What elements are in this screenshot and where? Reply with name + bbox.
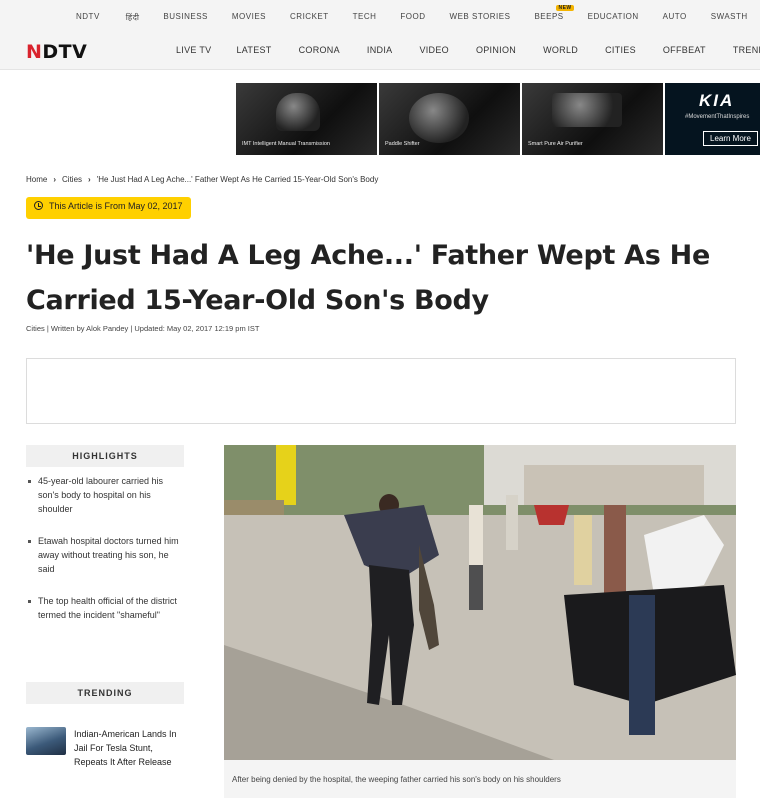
ad-brand-panel: KIA #MovementThatInspires Learn More bbox=[665, 83, 760, 155]
top-item-tech[interactable]: TECH bbox=[353, 12, 377, 23]
nav-item-corona[interactable]: CORONA bbox=[299, 45, 340, 55]
archive-date-badge: This Article is From May 02, 2017 bbox=[26, 197, 191, 219]
logo-rest: DTV bbox=[42, 41, 88, 63]
nav-item-trends[interactable]: TRENDS bbox=[733, 45, 760, 55]
ad-panel-purifier: Smart Pure Air Purifier bbox=[522, 83, 665, 155]
ad-tagline: #MovementThatInspires bbox=[685, 114, 750, 120]
trending-heading: TRENDING bbox=[26, 682, 184, 704]
top-item-business[interactable]: BUSINESS bbox=[163, 12, 207, 23]
ndtv-logo[interactable]: NDTV bbox=[26, 41, 87, 63]
breadcrumb-current: 'He Just Had A Leg Ache...' Father Wept … bbox=[96, 175, 379, 184]
photo-caption: After being denied by the hospital, the … bbox=[224, 760, 736, 798]
top-item-education[interactable]: EDUCATION bbox=[588, 12, 639, 23]
top-item-movies[interactable]: MOVIES bbox=[232, 12, 266, 23]
highlight-item: Etawah hospital doctors turned him away … bbox=[26, 534, 184, 576]
top-item-hindi[interactable]: हिंदी bbox=[126, 12, 140, 23]
top-strip: NDTV हिंदी BUSINESS MOVIES CRICKET TECH … bbox=[0, 0, 760, 32]
top-item-ndtv[interactable]: NDTV bbox=[76, 12, 100, 23]
nav-item-india[interactable]: INDIA bbox=[367, 45, 393, 55]
ad-banner[interactable]: IMT Intelligent Manual Transmission Padd… bbox=[236, 83, 760, 155]
main-nav-menu: LIVE TV LATEST CORONA INDIA VIDEO OPINIO… bbox=[176, 45, 760, 55]
breadcrumb: Home › Cities › 'He Just Had A Leg Ache...' … bbox=[26, 175, 378, 184]
article-photo bbox=[224, 445, 736, 760]
breadcrumb-home[interactable]: Home bbox=[26, 175, 47, 184]
top-item-food[interactable]: FOOD bbox=[400, 12, 425, 23]
nav-item-live-tv[interactable]: LIVE TV bbox=[176, 45, 211, 55]
ad-caption: Paddle Shifter bbox=[385, 141, 420, 147]
top-item-auto[interactable]: AUTO bbox=[663, 12, 687, 23]
archive-date-text: This Article is From May 02, 2017 bbox=[49, 201, 183, 211]
street-scene-image bbox=[224, 445, 736, 760]
new-badge: NEW bbox=[556, 5, 574, 11]
ad-caption: IMT Intelligent Manual Transmission bbox=[242, 141, 330, 147]
ad-caption: Smart Pure Air Purifier bbox=[528, 141, 583, 147]
chevron-right-icon: › bbox=[88, 175, 91, 184]
clock-icon bbox=[34, 201, 43, 210]
ad-panel-paddle: Paddle Shifter bbox=[379, 83, 522, 155]
chevron-right-icon: › bbox=[53, 175, 57, 184]
top-item-swasth[interactable]: SWASTH bbox=[711, 12, 748, 23]
gearstick-image bbox=[276, 93, 320, 131]
car-interior-image bbox=[552, 93, 622, 127]
article-byline: Cities | Written by Alok Pandey | Update… bbox=[26, 324, 260, 333]
ad-placeholder bbox=[26, 358, 736, 424]
nav-item-cities[interactable]: CITIES bbox=[605, 45, 636, 55]
breadcrumb-section[interactable]: Cities bbox=[62, 175, 82, 184]
top-item-cricket[interactable]: CRICKET bbox=[290, 12, 329, 23]
highlights-heading: HIGHLIGHTS bbox=[26, 445, 184, 467]
article-headline: 'He Just Had A Leg Ache...' Father Wept … bbox=[26, 240, 710, 316]
nav-item-offbeat[interactable]: OFFBEAT bbox=[663, 45, 706, 55]
top-strip-menu: NDTV हिंदी BUSINESS MOVIES CRICKET TECH … bbox=[76, 5, 760, 23]
nav-item-video[interactable]: VIDEO bbox=[419, 45, 449, 55]
trending-thumbnail[interactable] bbox=[26, 727, 66, 755]
highlights-list: 45-year-old labourer carried his son's b… bbox=[26, 474, 184, 640]
kia-logo: KIA bbox=[699, 91, 735, 110]
top-item-beeps[interactable]: BEEPS NEW bbox=[534, 5, 574, 23]
nav-item-world[interactable]: WORLD bbox=[543, 45, 578, 55]
highlight-item: 45-year-old labourer carried his son's b… bbox=[26, 474, 184, 516]
highlight-item: The top health official of the district … bbox=[26, 594, 184, 622]
top-item-web-stories[interactable]: WEB STORIES bbox=[450, 12, 511, 23]
trending-item[interactable]: Indian-American Lands In Jail For Tesla … bbox=[26, 727, 184, 787]
trending-title[interactable]: Indian-American Lands In Jail For Tesla … bbox=[74, 727, 186, 769]
nav-item-latest[interactable]: LATEST bbox=[236, 45, 271, 55]
learn-more-button[interactable]: Learn More bbox=[703, 131, 758, 146]
steering-image bbox=[409, 93, 469, 143]
main-nav: NDTV LIVE TV LATEST CORONA INDIA VIDEO O… bbox=[0, 32, 760, 70]
ad-panel-gearstick: IMT Intelligent Manual Transmission bbox=[236, 83, 379, 155]
nav-item-opinion[interactable]: OPINION bbox=[476, 45, 516, 55]
